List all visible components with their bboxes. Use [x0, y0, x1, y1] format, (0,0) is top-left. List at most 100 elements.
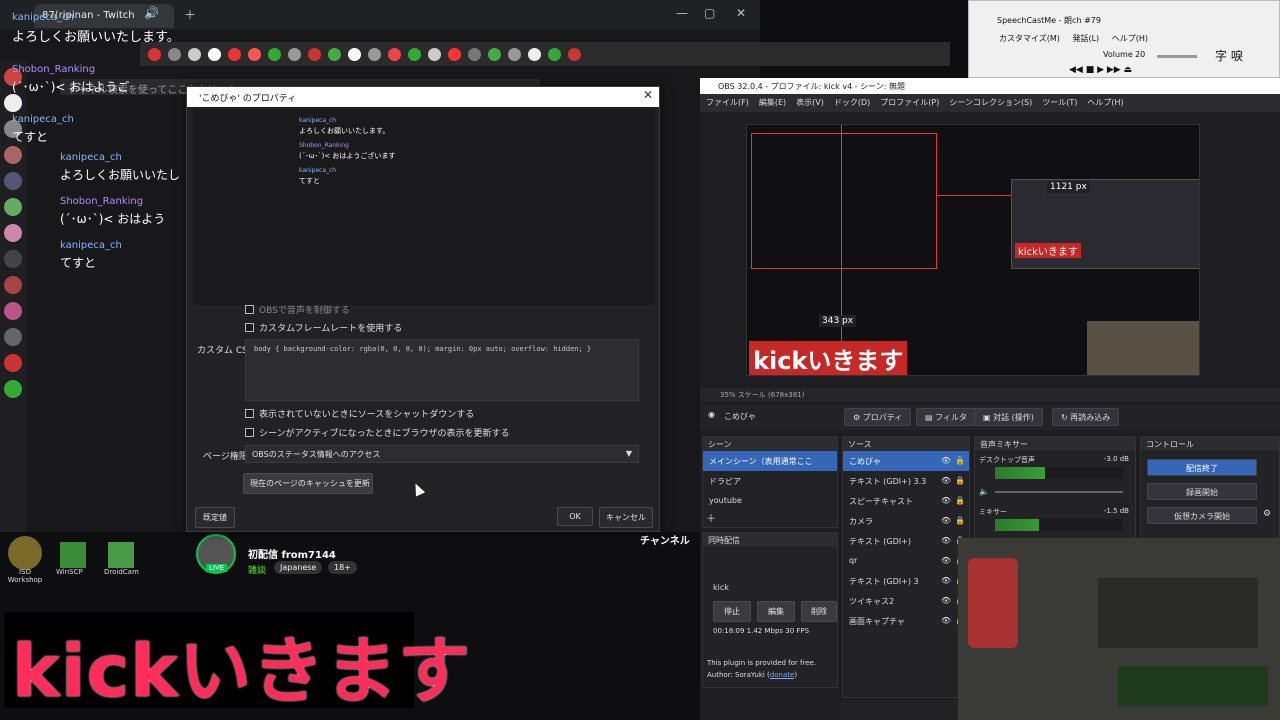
close-icon[interactable]: ✕ [643, 88, 653, 102]
speech-menu-item[interactable]: 発話(L) [1072, 34, 1099, 43]
source-item[interactable]: スピーチキャスト 👁 🔒 [843, 491, 969, 511]
maximize-icon[interactable]: ▢ [704, 6, 715, 20]
visibility-icon[interactable]: 👁 [941, 576, 951, 585]
extension-icon[interactable] [468, 47, 481, 61]
speech-menu-item[interactable]: カスタマイズ(M) [999, 34, 1060, 43]
extension-icon[interactable] [448, 47, 461, 61]
stream-category[interactable]: 雑談 [248, 563, 266, 576]
speech-menu-item[interactable]: ヘルプ(H) [1112, 34, 1148, 43]
refresh-cache-button[interactable]: 現在のページのキャッシュを更新 [243, 473, 373, 494]
properties-button[interactable]: ⚙ プロパティ [844, 408, 912, 426]
chat-username[interactable]: Shobon_Ranking [60, 196, 143, 207]
edit-button[interactable]: 編集 [757, 601, 795, 622]
filters-button[interactable]: ▤ フィルタ [916, 408, 976, 426]
menu-scene-collection[interactable]: シーンコレクション(S) [949, 97, 1032, 109]
extension-icon[interactable] [368, 47, 381, 61]
visibility-icon[interactable]: 👁 [941, 496, 951, 505]
scene-item[interactable]: ドラピア [703, 471, 837, 491]
chat-username[interactable]: Shobon_Ranking [12, 64, 95, 75]
start-virtual-camera-button[interactable]: 仮想カメラ開始 [1147, 507, 1257, 524]
extension-icon[interactable] [248, 47, 261, 61]
lock-icon[interactable]: 🔒 [955, 476, 965, 485]
menu-profile[interactable]: プロファイル(P) [880, 97, 939, 109]
reload-button[interactable]: ↻ 再読み込み [1052, 408, 1120, 426]
followed-channel-avatar[interactable] [4, 380, 22, 398]
tag-pill[interactable]: 18+ [328, 561, 357, 574]
volume-slider[interactable] [1157, 55, 1197, 58]
winscp-icon[interactable] [60, 542, 86, 568]
custom-framerate-option[interactable]: カスタムフレームレートを使用する [245, 321, 402, 334]
ok-button[interactable]: OK [557, 507, 593, 526]
visibility-icon[interactable]: 👁 [941, 616, 951, 625]
followed-channel-avatar[interactable] [4, 328, 22, 346]
source-item[interactable]: こめびゃ 👁 🔒 [843, 451, 969, 471]
app-icon[interactable] [8, 536, 42, 570]
menu-file[interactable]: ファイル(F) [706, 97, 749, 109]
minimize-icon[interactable]: — [676, 6, 688, 20]
speaker-icon[interactable]: 🔈 [979, 487, 989, 496]
extension-icon[interactable] [428, 47, 441, 61]
refresh-option[interactable]: シーンがアクティブになったときにブラウザの表示を更新する [245, 426, 510, 439]
shutdown-option[interactable]: 表示されていないときにソースをシャットダウンする [245, 407, 474, 420]
cancel-button[interactable]: キャンセル [599, 507, 653, 528]
chat-username[interactable]: kanipeca_ch [12, 12, 74, 23]
custom-css-textarea[interactable]: body { background-color: rgba(0, 0, 0, 0… [245, 339, 639, 401]
donate-link[interactable]: donate [770, 671, 795, 679]
extension-icon[interactable] [328, 47, 341, 61]
lock-icon[interactable]: 🔒 [955, 496, 965, 505]
extension-icon[interactable] [228, 47, 241, 61]
interact-button[interactable]: ▣ 対話 (操作) [974, 408, 1043, 426]
extension-icon[interactable] [408, 47, 421, 61]
checkbox[interactable] [245, 428, 254, 437]
followed-channel-avatar[interactable] [4, 302, 22, 320]
source-item[interactable]: テキスト (GDI+)👁🔒 [843, 531, 969, 551]
extension-icon[interactable] [528, 47, 541, 61]
visibility-icon[interactable]: 👁 [941, 456, 951, 465]
start-recording-button[interactable]: 録画開始 [1147, 483, 1257, 500]
droidcam-icon[interactable] [108, 542, 134, 568]
stream-title[interactable]: 初配信 from7144 [248, 546, 336, 561]
close-icon[interactable]: ✕ [736, 6, 746, 20]
delete-button[interactable]: 削除 [801, 601, 837, 622]
chat-username[interactable]: kanipeca_ch [12, 114, 74, 125]
menu-tools[interactable]: ツール(T) [1042, 97, 1077, 109]
visibility-icon[interactable]: 👁 [941, 536, 951, 545]
checkbox[interactable] [245, 305, 254, 314]
source-item[interactable]: qr👁🔒 [843, 551, 969, 571]
extension-icon[interactable] [348, 47, 361, 61]
scene-item[interactable]: メインシーン（表用通常ここ [703, 451, 837, 471]
visibility-icon[interactable]: 👁 [941, 596, 951, 605]
source-item[interactable]: テキスト (GDI+) 3👁🔒 [843, 571, 969, 591]
source-item[interactable]: カメラ 👁 🔒 [843, 511, 969, 531]
chat-username[interactable]: kanipeca_ch [60, 152, 122, 163]
scene-item[interactable]: youtube [703, 491, 837, 511]
chat-username[interactable]: kanipeca_ch [60, 240, 122, 251]
extension-icon[interactable] [268, 47, 281, 61]
stop-stream-button[interactable]: 配信終了 [1147, 459, 1257, 476]
obs-preview-canvas[interactable]: 1121 px kickいきます 343 px kickいきます [746, 124, 1200, 376]
add-scene-icon[interactable]: ＋ [706, 510, 716, 525]
menu-dock[interactable]: ドック(D) [834, 97, 870, 109]
checkbox[interactable] [245, 323, 254, 332]
source-item[interactable]: テキスト (GDI+) 3.3 👁 🔒 [843, 471, 969, 491]
visibility-icon[interactable]: 👁 [941, 516, 951, 525]
stop-button[interactable]: 停止 [713, 601, 751, 622]
audio-control-option[interactable]: OBSで音声を制御する [245, 303, 350, 316]
defaults-button[interactable]: 既定値 [195, 507, 235, 528]
menu-view[interactable]: 表示(V) [796, 97, 824, 109]
extension-icon[interactable] [388, 47, 401, 61]
source-item[interactable]: ツイキャス2👁🔒 [843, 591, 969, 611]
volume-slider[interactable] [995, 491, 1123, 493]
extension-icon[interactable] [488, 47, 501, 61]
checkbox[interactable] [245, 409, 254, 418]
extension-icon[interactable] [288, 47, 301, 61]
lock-icon[interactable]: 🔒 [955, 456, 965, 465]
extension-icon[interactable] [208, 47, 221, 61]
extension-icon[interactable] [568, 47, 581, 61]
lock-icon[interactable]: 🔒 [955, 516, 965, 525]
extension-icon[interactable] [308, 47, 321, 61]
extension-icon[interactable] [508, 47, 521, 61]
permission-select[interactable]: OBSのステータス情報へのアクセス ▼ [245, 445, 639, 463]
extension-icon[interactable] [548, 47, 561, 61]
visibility-icon[interactable]: 👁 [941, 556, 951, 565]
